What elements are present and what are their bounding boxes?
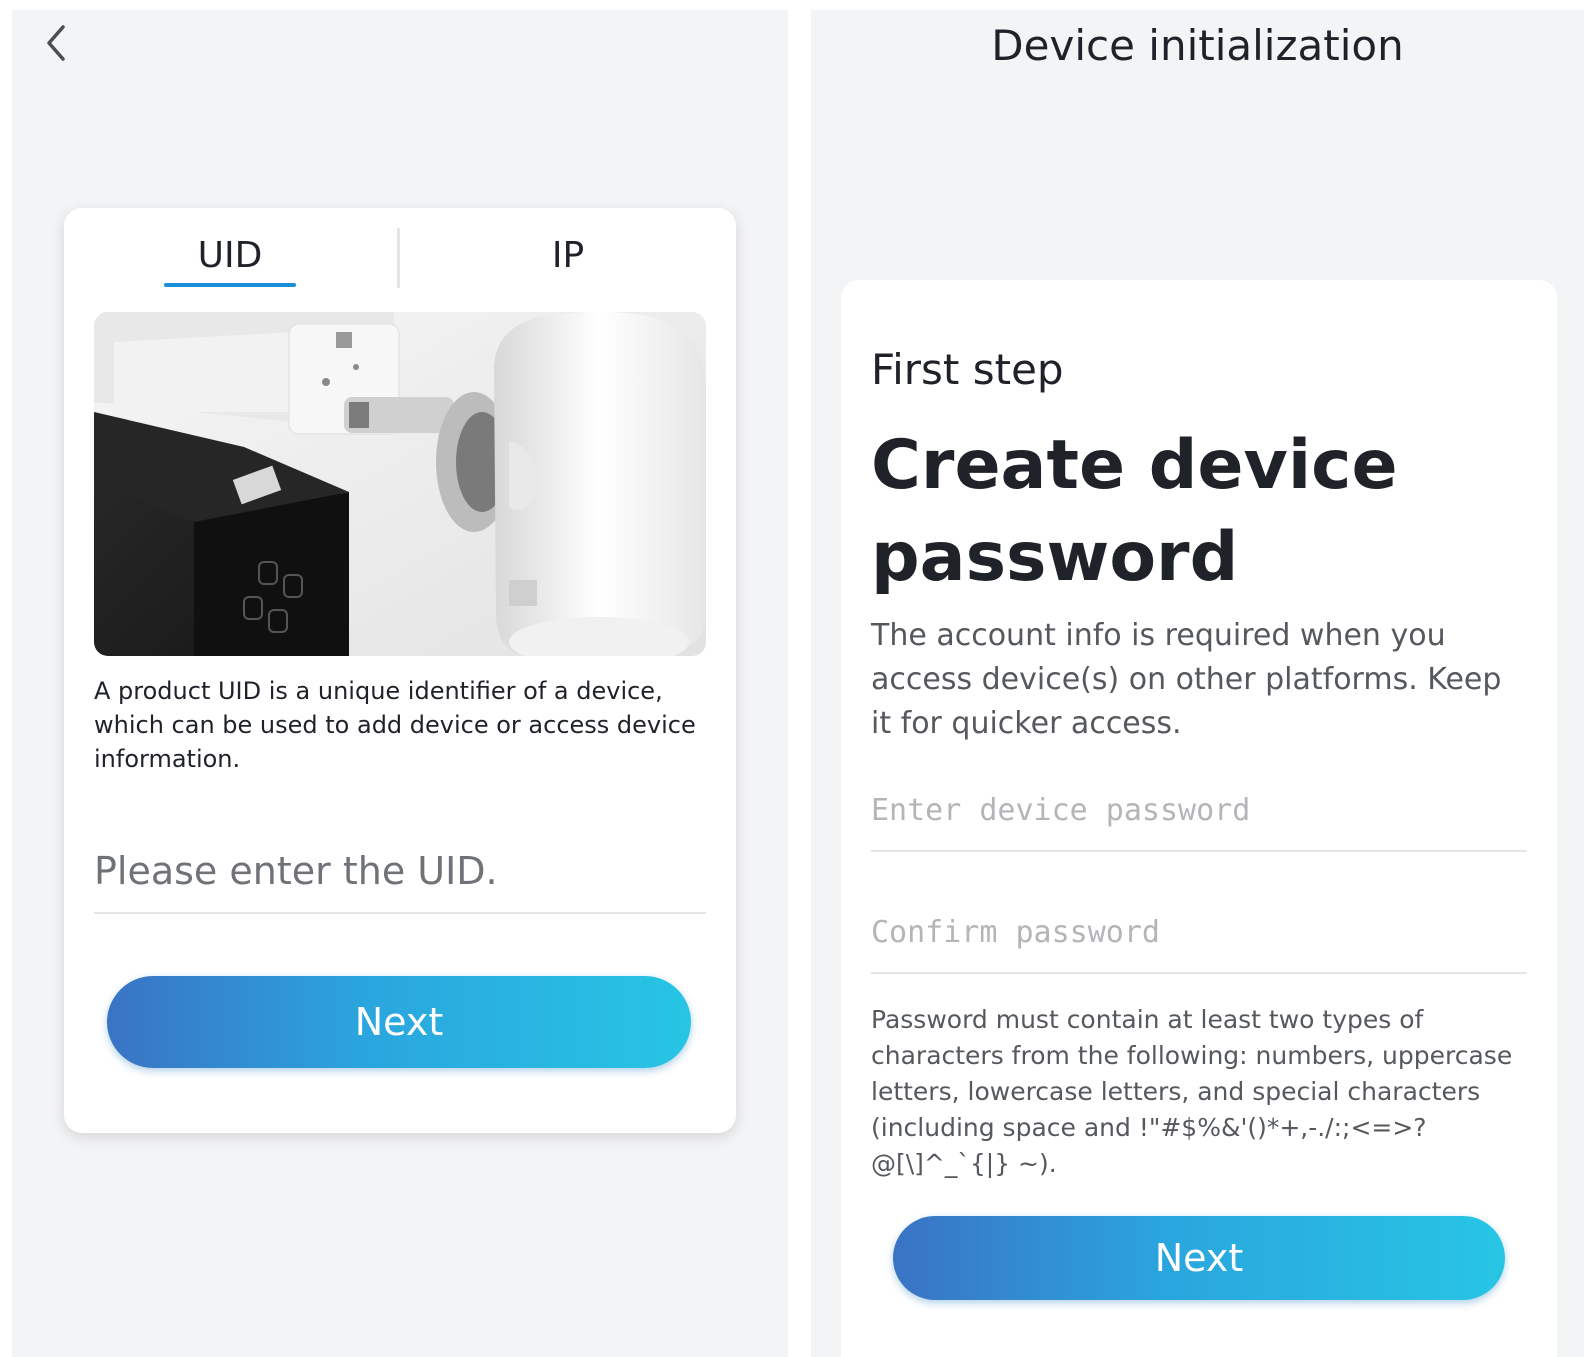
- next-button[interactable]: Next: [893, 1216, 1505, 1300]
- device-initialization-screen: Device initialization First step Create …: [811, 10, 1584, 1357]
- account-info-text: The account info is required when you ac…: [871, 618, 1502, 741]
- next-button[interactable]: Next: [107, 976, 691, 1068]
- uid-description: A product UID is a unique identifier of …: [94, 677, 696, 773]
- back-button[interactable]: [36, 20, 76, 66]
- active-tab-indicator: [164, 283, 296, 287]
- tab-divider: [397, 228, 400, 288]
- password-rules-text: Password must contain at least two types…: [871, 1005, 1513, 1178]
- confirm-password-field[interactable]: [871, 892, 1527, 974]
- password-card: First step Create device password The ac…: [841, 280, 1557, 1357]
- chevron-left-icon: [47, 25, 65, 61]
- step-label: First step: [871, 345, 1064, 394]
- device-password-field[interactable]: [871, 770, 1527, 852]
- uid-input[interactable]: [94, 830, 706, 914]
- device-illustration: [94, 312, 706, 656]
- tab-ip[interactable]: IP: [504, 226, 632, 286]
- uid-card: UID IP A product UID is a unique identif…: [64, 208, 736, 1133]
- add-device-screen: UID IP A product UID is a unique identif…: [12, 10, 788, 1357]
- tab-uid[interactable]: UID: [164, 226, 296, 286]
- create-password-heading: Create device password: [871, 426, 1398, 597]
- page-title: Device initialization: [991, 21, 1404, 70]
